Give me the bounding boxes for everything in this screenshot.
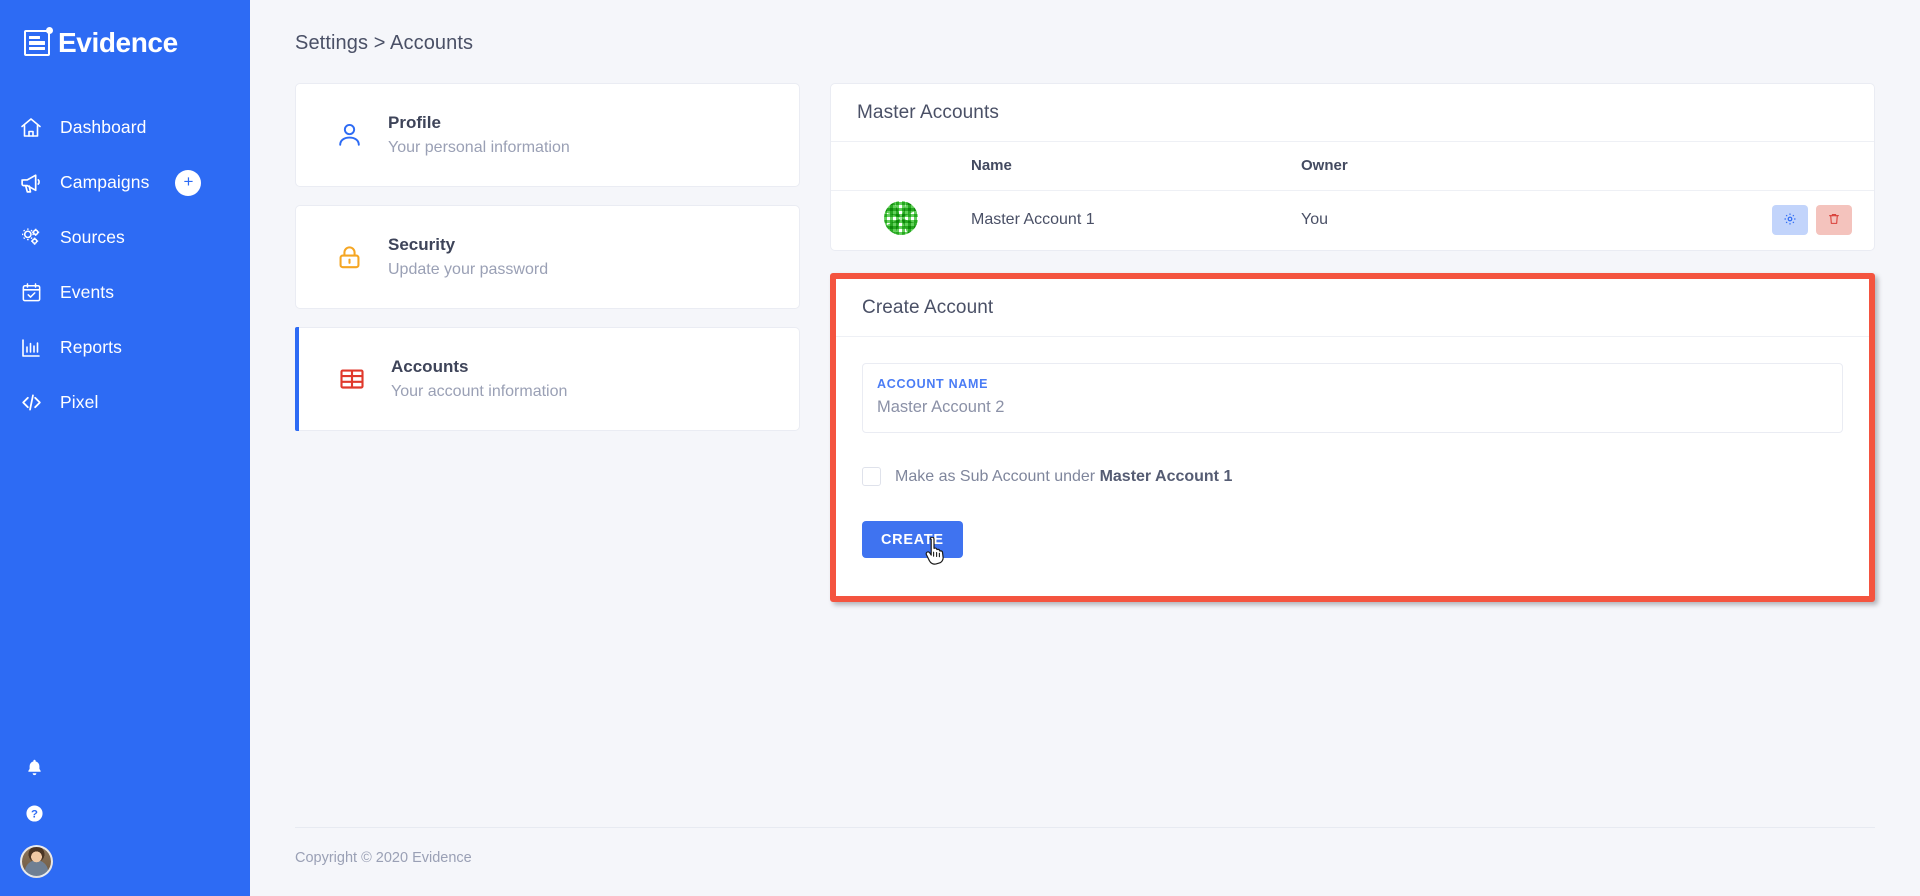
- sidebar-nav: Dashboard Campaigns + Sources Events Rep…: [0, 100, 250, 430]
- table-header-row: Name Owner: [831, 142, 1874, 190]
- account-name-field[interactable]: ACCOUNT NAME Master Account 2: [862, 363, 1843, 434]
- sidebar-item-label: Pixel: [60, 392, 99, 412]
- settings-card-subtitle: Your account information: [391, 382, 568, 400]
- logo-text: Evidence: [58, 27, 178, 58]
- add-campaign-button[interactable]: +: [175, 169, 202, 196]
- column-header-owner: Owner: [1301, 157, 1348, 175]
- bar-chart-icon: [18, 335, 44, 361]
- create-account-panel: Create Account ACCOUNT NAME Master Accou…: [836, 279, 1869, 597]
- sidebar-item-campaigns[interactable]: Campaigns +: [0, 155, 250, 210]
- settings-card-subtitle: Your personal information: [388, 138, 570, 156]
- settings-card-title: Profile: [388, 113, 441, 133]
- sidebar-item-label: Sources: [60, 227, 125, 247]
- table-row: Master Account 1 You: [831, 190, 1874, 250]
- row-owner-cell: You: [1301, 211, 1328, 229]
- content-columns: Profile Your personal information Securi…: [250, 55, 1920, 603]
- gears-icon: [18, 225, 44, 251]
- settings-card-security[interactable]: Security Update your password: [295, 205, 800, 309]
- master-accounts-panel: Master Accounts Name Owner Master Accoun…: [830, 83, 1875, 251]
- accounts-column: Master Accounts Name Owner Master Accoun…: [830, 83, 1875, 603]
- settings-card-profile[interactable]: Profile Your personal information: [295, 83, 800, 187]
- row-avatar-cell: [831, 190, 971, 250]
- sub-account-label-parent: Master Account 1: [1099, 467, 1233, 485]
- home-icon: [18, 115, 44, 141]
- sub-account-checkbox[interactable]: [862, 467, 881, 487]
- sidebar-item-reports[interactable]: Reports: [0, 320, 250, 375]
- settings-card-list: Profile Your personal information Securi…: [295, 83, 800, 602]
- settings-card-subtitle: Update your password: [388, 260, 549, 278]
- identicon-green: [884, 200, 918, 235]
- sidebar-item-label: Events: [60, 282, 115, 302]
- create-button[interactable]: CREATE: [862, 521, 963, 559]
- create-account-form: ACCOUNT NAME Master Account 2 Make as Su…: [836, 337, 1869, 596]
- avatar[interactable]: [20, 845, 53, 878]
- gear-icon: [1783, 212, 1797, 229]
- app-logo[interactable]: Evidence: [0, 0, 250, 62]
- account-name-label: ACCOUNT NAME: [877, 377, 989, 391]
- footer: Copyright © 2020 Evidence: [250, 827, 1920, 896]
- main-content: Settings > Accounts Profile Your persona…: [250, 0, 1920, 896]
- master-accounts-table: Name Owner Master Account 1 You: [831, 142, 1874, 250]
- evidence-logo-icon: [24, 27, 53, 56]
- copyright-text: Copyright © 2020 Evidence: [295, 850, 472, 866]
- sub-account-label-prefix: Make as Sub Account under: [895, 467, 1100, 485]
- trash-icon: [1827, 212, 1841, 229]
- table-icon: [335, 362, 369, 396]
- row-actions-cell: [1631, 190, 1874, 250]
- sidebar-item-label: Campaigns: [60, 172, 150, 192]
- megaphone-icon: [18, 170, 44, 196]
- sidebar: Evidence Dashboard Campaigns + Sources E…: [0, 0, 250, 896]
- sidebar-item-pixel[interactable]: Pixel: [0, 375, 250, 430]
- row-name-cell: Master Account 1: [971, 211, 1095, 229]
- column-header-name: Name: [971, 157, 1012, 175]
- settings-card-accounts[interactable]: Accounts Your account information: [295, 327, 800, 431]
- delete-button[interactable]: [1816, 205, 1852, 236]
- sidebar-item-dashboard[interactable]: Dashboard: [0, 100, 250, 155]
- sub-account-label: Make as Sub Account under Master Account…: [895, 468, 1232, 486]
- sidebar-item-sources[interactable]: Sources: [0, 210, 250, 265]
- lock-icon: [332, 240, 366, 274]
- svg-text:?: ?: [31, 808, 38, 820]
- sidebar-item-label: Dashboard: [60, 117, 147, 137]
- calendar-check-icon: [18, 280, 44, 306]
- bell-icon[interactable]: [20, 753, 48, 781]
- sub-account-row: Make as Sub Account under Master Account…: [862, 467, 1843, 487]
- user-icon: [332, 118, 366, 152]
- settings-button[interactable]: [1772, 205, 1808, 236]
- settings-card-title: Security: [388, 235, 456, 255]
- sidebar-item-events[interactable]: Events: [0, 265, 250, 320]
- create-account-highlight: Create Account ACCOUNT NAME Master Accou…: [830, 273, 1875, 603]
- master-accounts-title: Master Accounts: [831, 84, 1874, 142]
- settings-card-title: Accounts: [391, 357, 469, 377]
- create-account-title: Create Account: [836, 279, 1869, 337]
- sidebar-utility-group: ?: [0, 753, 250, 878]
- account-name-input[interactable]: Master Account 2: [877, 394, 1828, 420]
- app-root: Evidence Dashboard Campaigns + Sources E…: [0, 0, 1920, 896]
- code-icon: [18, 390, 44, 416]
- sidebar-item-label: Reports: [60, 337, 122, 357]
- column-header-avatar: [831, 142, 971, 190]
- breadcrumb: Settings > Accounts: [295, 32, 474, 54]
- column-header-actions: [1631, 142, 1874, 190]
- help-circle-icon[interactable]: ?: [20, 799, 48, 827]
